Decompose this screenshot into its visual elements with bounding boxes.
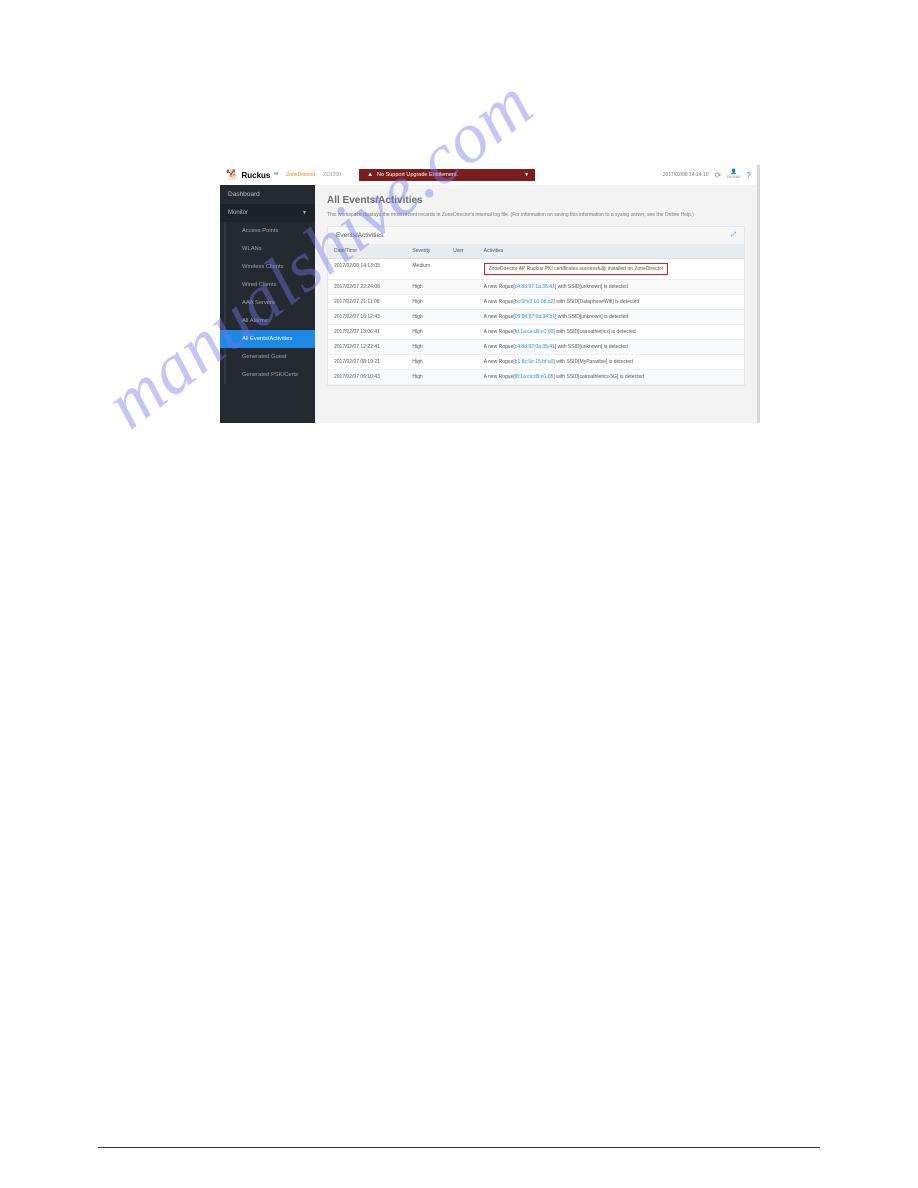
- table-row: 2017/02/07 16:12:43High A new Rogue[09:8d…: [328, 310, 744, 325]
- brand-logo: 🐕 Ruckus ™: [226, 170, 278, 181]
- cell-datetime: 2017/02/07 13:06:41: [328, 325, 406, 340]
- content-area: All Events/Activities This workspace dis…: [315, 185, 757, 423]
- brand-name: Ruckus: [241, 171, 270, 180]
- device-model: ZD1200: [323, 172, 341, 178]
- cell-activity: A new Rogue[fd:1a:ca:d9:e1:00] with SSID…: [478, 325, 744, 340]
- col-severity[interactable]: Severity: [406, 244, 447, 259]
- mac-link[interactable]: bc:5f:e3:01:08:a2: [515, 299, 554, 305]
- expand-icon[interactable]: ⤢: [731, 232, 736, 239]
- cell-datetime: 2017/02/08 14:13:05: [328, 259, 406, 280]
- sidebar-item-wireless-clients[interactable]: Wireless Clients: [224, 258, 315, 276]
- nav-monitor[interactable]: Monitor ▼: [220, 204, 315, 222]
- sidebar-item-all-alarms[interactable]: All Alarms: [224, 312, 315, 330]
- cell-user: [447, 280, 478, 295]
- table-row: 2017/02/07 22:24:06High A new Rogue[c4:8d…: [328, 280, 744, 295]
- cell-user: [447, 370, 478, 385]
- mac-link[interactable]: b1:8c:5e:15:bf:a0: [515, 359, 554, 365]
- cell-datetime: 2017/02/07 21:11:08: [328, 295, 406, 310]
- refresh-icon[interactable]: ⟳: [715, 171, 722, 180]
- nav-monitor-label: Monitor: [228, 210, 248, 216]
- cell-datetime: 2017/02/07 12:22:41: [328, 340, 406, 355]
- page-description: This workspace displays the most recent …: [327, 212, 745, 218]
- events-panel: Events/Activities ⤢ Date/Time Severity U…: [327, 226, 745, 386]
- col-user[interactable]: User: [447, 244, 478, 259]
- cell-severity: High: [406, 370, 447, 385]
- nav-dashboard[interactable]: Dashboard: [220, 185, 315, 204]
- table-row: 2017/02/07 21:11:08High A new Rogue[bc:5f…: [328, 295, 744, 310]
- footer-rule: [98, 1147, 820, 1148]
- help-icon[interactable]: ?: [747, 171, 751, 180]
- cell-user: [447, 310, 478, 325]
- table-row: 2017/02/07 13:06:41High A new Rogue[fd:1a…: [328, 325, 744, 340]
- cell-severity: Medium: [406, 259, 447, 280]
- brand-sub: ZoneDirector: [286, 172, 315, 178]
- mac-link[interactable]: f8:1a:ca:d9:e1:05: [515, 374, 554, 380]
- cell-user: [447, 340, 478, 355]
- sidebar: Dashboard Monitor ▼ Access Points WLANs …: [220, 185, 315, 423]
- cell-activity: A new Rogue[c4:8d:97:1a:35:41] with SSID…: [478, 280, 744, 295]
- cell-activity: ZoneDirector AP Ruckus PKI certificates …: [478, 259, 744, 280]
- body: Dashboard Monitor ▼ Access Points WLANs …: [220, 185, 757, 423]
- cell-activity: A new Rogue[09:8d:97:0a:34:b1] with SSID…: [478, 310, 744, 325]
- cell-user: [447, 295, 478, 310]
- col-datetime[interactable]: Date/Time: [328, 244, 406, 259]
- sidebar-item-wlans[interactable]: WLANs: [224, 240, 315, 258]
- table-row: 2017/02/07 12:22:41High A new Rogue[c4:8d…: [328, 340, 744, 355]
- cell-severity: High: [406, 325, 447, 340]
- mac-link[interactable]: 09:8d:97:0a:34:b1: [515, 314, 555, 320]
- topbar: 🐕 Ruckus ™ ZoneDirector ZD1200 ▲ No Supp…: [220, 165, 757, 185]
- panel-title: Events/Activities: [336, 232, 383, 239]
- user-menu[interactable]: 👤 ruckus: [727, 170, 740, 180]
- alert-banner[interactable]: ▲ No Support Upgrade Entitlement. ▼: [359, 169, 535, 181]
- cell-user: [447, 259, 478, 280]
- sidebar-item-generated-guest[interactable]: Generated Guest: [224, 348, 315, 366]
- cell-severity: High: [406, 295, 447, 310]
- sidebar-item-aaa-servers[interactable]: AAA Servers: [224, 294, 315, 312]
- cell-datetime: 2017/02/07 16:12:43: [328, 310, 406, 325]
- cell-activity: A new Rogue[f8:1a:ca:d9:e1:05] with SSID…: [478, 370, 744, 385]
- sidebar-item-all-events[interactable]: All Events/Activities: [220, 330, 315, 348]
- dog-icon: 🐕: [226, 170, 238, 181]
- cell-severity: High: [406, 280, 447, 295]
- user-label: ruckus: [727, 175, 740, 180]
- col-activities[interactable]: Activities: [478, 244, 744, 259]
- tm-mark: ™: [273, 172, 278, 178]
- cell-datetime: 2017/02/07 08:19:21: [328, 355, 406, 370]
- app-window: 🐕 Ruckus ™ ZoneDirector ZD1200 ▲ No Supp…: [220, 165, 760, 423]
- cell-severity: High: [406, 310, 447, 325]
- topbar-right: 2017/02/08 14:14:10 ⟳ 👤 ruckus ?: [663, 170, 751, 180]
- page-title: All Events/Activities: [327, 195, 745, 206]
- panel-header: Events/Activities ⤢: [328, 227, 744, 244]
- sidebar-item-wired-clients[interactable]: Wired Clients: [224, 276, 315, 294]
- table-row: 2017/02/07 06:10:43High A new Rogue[f8:1a…: [328, 370, 744, 385]
- chevron-down-icon: ▼: [302, 210, 307, 216]
- cell-datetime: 2017/02/07 06:10:43: [328, 370, 406, 385]
- mac-link[interactable]: fd:1a:ca:d9:e1:00: [515, 329, 554, 335]
- cell-severity: High: [406, 355, 447, 370]
- events-table: Date/Time Severity User Activities 2017/…: [328, 244, 744, 385]
- cell-activity: A new Rogue[bc:5f:e3:01:08:a2] with SSID…: [478, 295, 744, 310]
- cell-activity: A new Rogue[c4:8d:97:0a:35:41] with SSID…: [478, 340, 744, 355]
- timestamp: 2017/02/08 14:14:10: [663, 172, 709, 178]
- highlighted-activity: ZoneDirector AP Ruckus PKI certificates …: [484, 263, 669, 275]
- sidebar-item-access-points[interactable]: Access Points: [224, 222, 315, 240]
- cell-user: [447, 325, 478, 340]
- mac-link[interactable]: c4:8d:97:1a:35:41: [515, 284, 555, 290]
- sidebar-item-generated-psk[interactable]: Generated PSK/Certs: [224, 366, 315, 384]
- table-row: 2017/02/07 08:19:21High A new Rogue[b1:8c…: [328, 355, 744, 370]
- warning-icon: ▲: [367, 172, 373, 178]
- cell-datetime: 2017/02/07 22:24:06: [328, 280, 406, 295]
- mac-link[interactable]: c4:8d:97:0a:35:41: [515, 344, 555, 350]
- cell-severity: High: [406, 340, 447, 355]
- table-row: 2017/02/08 14:13:05Medium ZoneDirector AP…: [328, 259, 744, 280]
- cell-user: [447, 355, 478, 370]
- chevron-down-icon: ▼: [524, 172, 529, 178]
- cell-activity: A new Rogue[b1:8c:5e:15:bf:a0] with SSID…: [478, 355, 744, 370]
- banner-text: No Support Upgrade Entitlement.: [377, 172, 458, 178]
